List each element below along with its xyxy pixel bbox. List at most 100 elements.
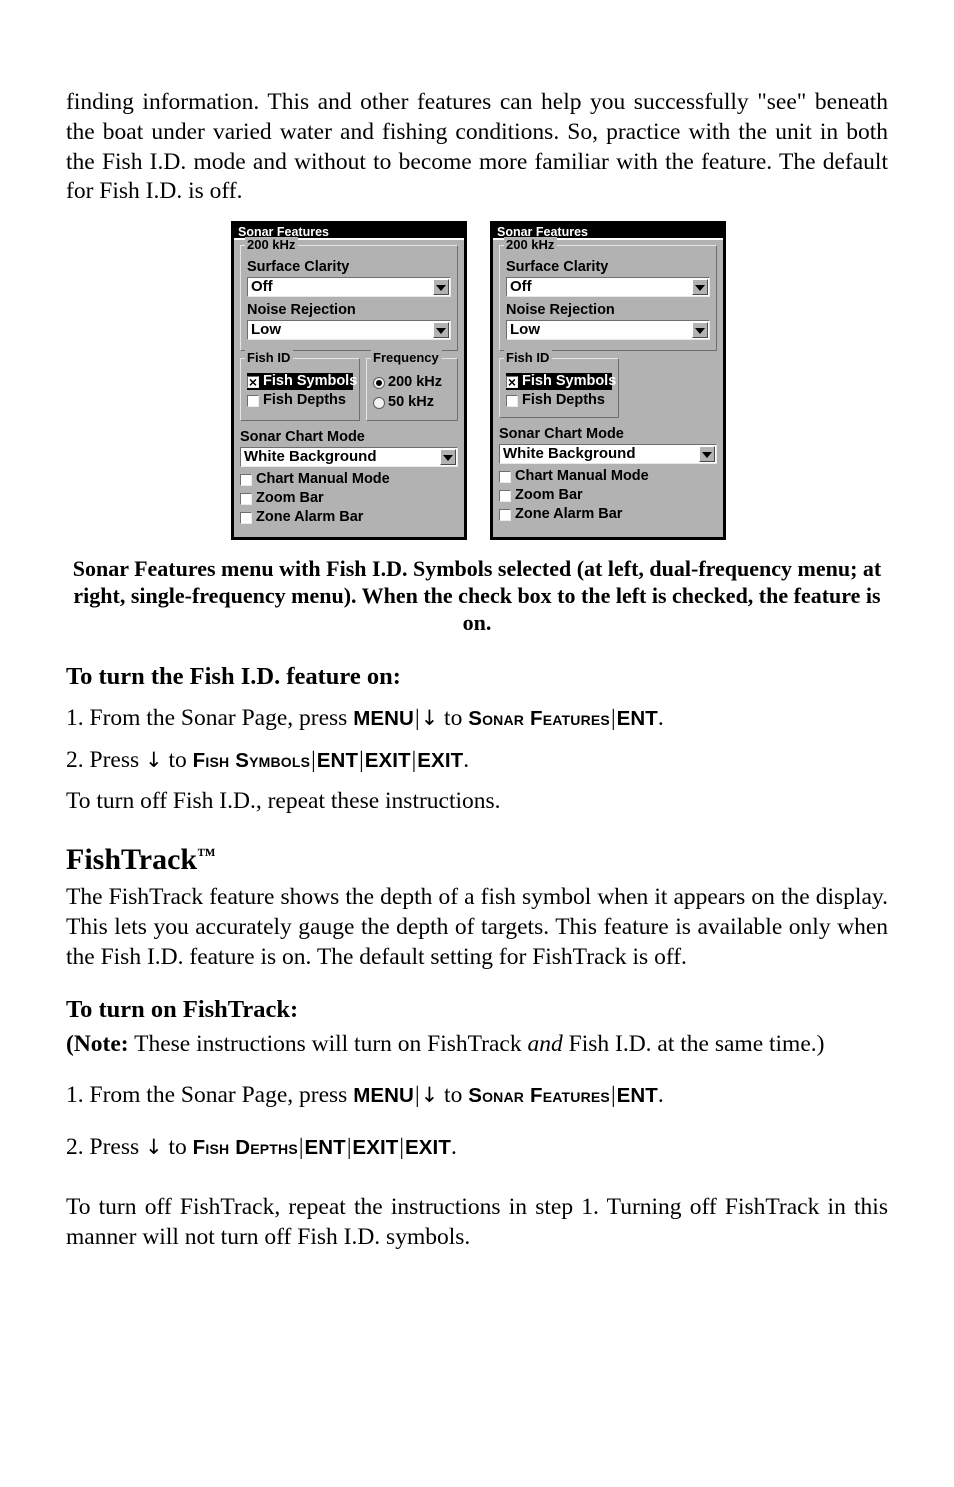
checkbox-fish-depths[interactable]: Fish Depths	[506, 392, 612, 409]
checkbox-chart-manual-mode-label: Chart Manual Mode	[515, 468, 649, 485]
key-fish-symbols: Fish Symbols	[192, 748, 311, 772]
heading-fishtrack-text: FishTrack	[66, 842, 198, 876]
checkbox-fish-symbols-label: Fish Symbols	[263, 373, 358, 390]
label-surface-clarity: Surface Clarity	[506, 259, 609, 276]
key-sonar-features: Sonar Features	[468, 707, 610, 731]
dropdown-surface-clarity[interactable]: Off	[506, 277, 710, 298]
checkbox-chart-manual-mode[interactable]: Chart Manual Mode	[499, 468, 717, 485]
step-text: .	[450, 1134, 457, 1161]
dialog-body: 200 kHz Surface Clarity Off Noise Reject…	[493, 237, 723, 523]
radio-200khz[interactable]: 200 kHz	[373, 374, 451, 391]
step-text: 1. From the Sonar Page, press	[66, 705, 354, 732]
group-label-frequency: Frequency	[371, 350, 442, 366]
fishid-repeat-note: To turn off Fish I.D., repeat these inst…	[66, 787, 501, 814]
chevron-down-icon[interactable]	[433, 279, 449, 296]
group-label-fish-id: Fish ID	[245, 350, 294, 366]
checkbox-chart-manual-mode-label: Chart Manual Mode	[256, 471, 390, 488]
note-label: (Note:	[66, 1030, 129, 1057]
step-text: to	[162, 746, 193, 773]
checkbox-unchecked-icon	[247, 394, 259, 407]
checkbox-fish-depths[interactable]: Fish Depths	[247, 392, 353, 409]
checkbox-zoom-bar[interactable]: Zoom Bar	[499, 487, 717, 504]
note-emphasis: and	[527, 1030, 563, 1057]
checkbox-unchecked-icon	[240, 492, 252, 505]
heading-turn-on-fish-id: To turn the Fish I.D. feature on:	[66, 663, 401, 691]
chevron-down-icon[interactable]	[692, 322, 708, 339]
chevron-down-icon[interactable]	[433, 322, 449, 339]
step-text: .	[657, 705, 664, 732]
step-text: 1. From the Sonar Page, press	[66, 1081, 354, 1108]
checkbox-zone-alarm-bar[interactable]: Zone Alarm Bar	[499, 506, 717, 523]
down-arrow-icon: ↓	[145, 747, 163, 772]
note-text: Fish I.D. at the same time.)	[562, 1030, 825, 1057]
key-separator: |	[610, 705, 616, 731]
label-sonar-chart-mode: Sonar Chart Mode	[240, 429, 365, 446]
down-arrow-icon: ↓	[145, 1135, 163, 1160]
label-noise-rejection: Noise Rejection	[247, 302, 356, 319]
step-text: to	[438, 1081, 469, 1108]
checkbox-unchecked-icon	[506, 394, 518, 407]
label-noise-rejection: Noise Rejection	[506, 302, 615, 319]
group-200khz: 200 kHz Surface Clarity Off Noise Reject…	[240, 237, 458, 352]
dropdown-noise-rejection-value: Low	[251, 321, 281, 339]
chevron-down-icon[interactable]	[440, 449, 456, 466]
dialog-body: 200 kHz Surface Clarity Off Noise Reject…	[234, 237, 464, 526]
key-ent: ENT	[616, 1083, 658, 1107]
fishtrack-description: The FishTrack feature shows the depth of…	[66, 884, 888, 970]
checkbox-zoom-bar-label: Zoom Bar	[256, 490, 324, 507]
key-exit: EXIT	[364, 748, 411, 772]
key-exit: EXIT	[417, 748, 464, 772]
step-text: .	[463, 746, 470, 773]
dropdown-surface-clarity[interactable]: Off	[247, 277, 451, 298]
checkbox-unchecked-icon	[499, 508, 511, 521]
figure-caption: Sonar Features menu with Fish I.D. Symbo…	[72, 556, 882, 636]
dropdown-noise-rejection[interactable]: Low	[247, 320, 451, 341]
checkbox-zone-alarm-bar-label: Zone Alarm Bar	[256, 509, 364, 526]
checkbox-zoom-bar-label: Zoom Bar	[515, 487, 583, 504]
step-text: to	[438, 705, 469, 732]
dropdown-surface-clarity-value: Off	[510, 278, 532, 296]
chevron-down-icon[interactable]	[699, 446, 715, 463]
note-text: These instructions will turn on FishTrac…	[128, 1030, 528, 1057]
radio-50khz[interactable]: 50 kHz	[373, 394, 451, 411]
step-fishid-2: 2. Press ↓ to Fish Symbols|ENT|EXIT|EXIT…	[66, 745, 888, 776]
checkbox-zoom-bar[interactable]: Zoom Bar	[240, 490, 458, 507]
group-fish-id: Fish ID Fish Symbols Fish Depths	[240, 350, 360, 422]
down-arrow-icon: ↓	[420, 706, 439, 731]
fishid-frequency-row: Fish ID Fish Symbols Fish Depths Frequen…	[240, 350, 458, 428]
step-text: 2. Press	[66, 746, 145, 773]
checkbox-unchecked-icon	[499, 470, 511, 483]
key-exit: EXIT	[352, 1136, 399, 1160]
checkbox-zone-alarm-bar[interactable]: Zone Alarm Bar	[240, 509, 458, 526]
down-arrow-icon: ↓	[420, 1082, 439, 1107]
step-text: 2. Press	[66, 1134, 145, 1161]
checkbox-fish-depths-label: Fish Depths	[263, 392, 346, 409]
dropdown-sonar-chart-mode[interactable]: White Background	[499, 444, 717, 465]
figure-sonar-features-menus: Sonar Features 200 kHz Surface Clarity O…	[66, 221, 888, 541]
checkbox-fish-symbols-label: Fish Symbols	[522, 373, 617, 390]
sonar-features-dialog-dual-frequency: Sonar Features 200 kHz Surface Clarity O…	[231, 221, 467, 541]
checkbox-unchecked-icon	[240, 473, 252, 486]
step-fishid-1: 1. From the Sonar Page, press MENU|↓ to …	[66, 703, 888, 734]
checkbox-fish-symbols[interactable]: Fish Symbols	[247, 373, 357, 391]
group-frequency: Frequency 200 kHz 50 kHz	[366, 350, 458, 422]
checkbox-chart-manual-mode[interactable]: Chart Manual Mode	[240, 471, 458, 488]
trademark-icon: ™	[197, 844, 216, 866]
checkbox-fish-symbols[interactable]: Fish Symbols	[506, 373, 616, 391]
dropdown-noise-rejection[interactable]: Low	[506, 320, 710, 341]
sonar-features-dialog-single-frequency: Sonar Features 200 kHz Surface Clarity O…	[490, 221, 726, 541]
dropdown-sonar-chart-mode-value: White Background	[244, 448, 377, 466]
dropdown-sonar-chart-mode[interactable]: White Background	[240, 447, 458, 468]
label-surface-clarity: Surface Clarity	[247, 259, 350, 276]
key-ent: ENT	[316, 748, 359, 772]
step-fishtrack-2: 2. Press ↓ to Fish Depths|ENT|EXIT|EXIT.	[66, 1132, 888, 1163]
key-separator: |	[399, 1134, 404, 1160]
chevron-down-icon[interactable]	[692, 279, 708, 296]
key-sonar-features: Sonar Features	[468, 1083, 610, 1107]
radio-unselected-icon	[373, 396, 385, 409]
group-fish-id: Fish ID Fish Symbols Fish Depths	[499, 350, 619, 419]
label-sonar-chart-mode: Sonar Chart Mode	[499, 426, 624, 443]
key-fish-depths: Fish Depths	[192, 1136, 298, 1160]
step-fishtrack-1: 1. From the Sonar Page, press MENU|↓ to …	[66, 1080, 888, 1111]
key-separator: |	[414, 705, 420, 731]
